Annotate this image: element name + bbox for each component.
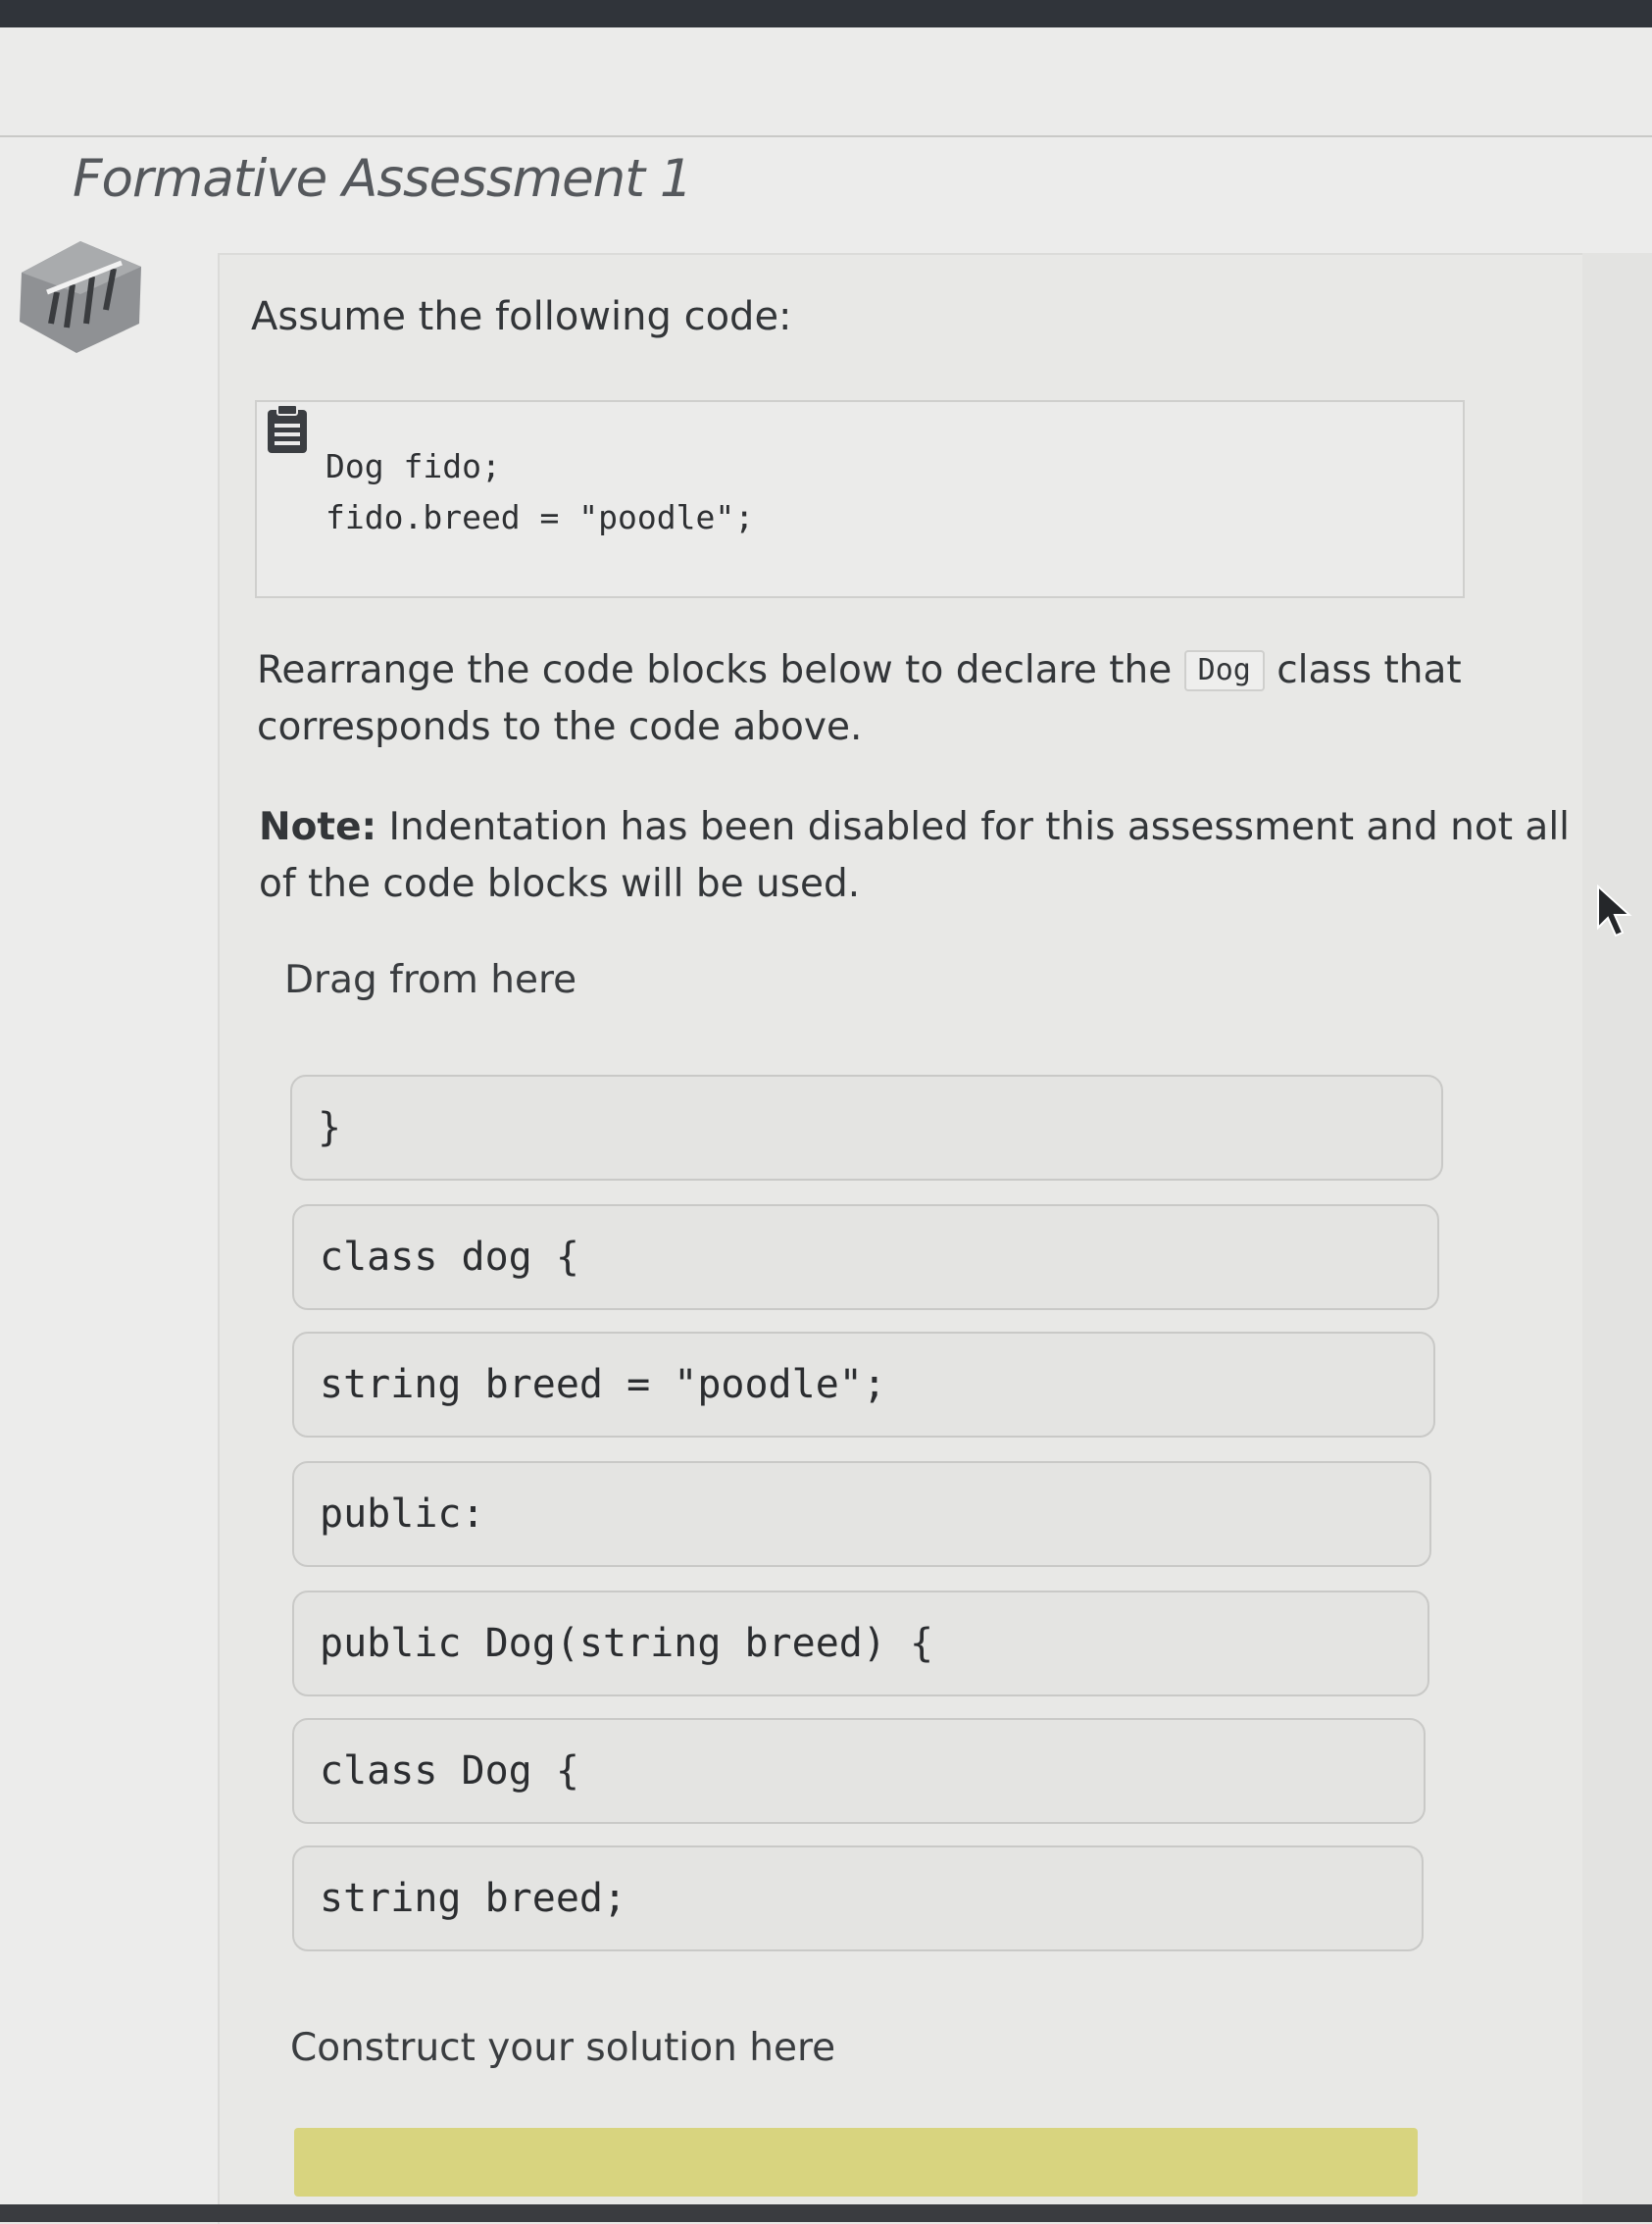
note-line-1: Note: Indentation has been disabled for … bbox=[259, 799, 1570, 856]
mouse-pointer-icon bbox=[1597, 885, 1632, 937]
inline-code-dog: Dog bbox=[1183, 650, 1265, 691]
code-block-public[interactable]: public: bbox=[292, 1461, 1431, 1567]
note-text: Indentation has been disabled for this a… bbox=[388, 805, 1570, 849]
code-block-class-dog[interactable]: class Dog { bbox=[292, 1718, 1426, 1824]
drag-area-label: Drag from here bbox=[284, 958, 577, 1002]
code-line-1: Dog fido; bbox=[325, 447, 501, 485]
header-band bbox=[0, 27, 1652, 137]
code-block-class-dog-lowercase[interactable]: class dog { bbox=[292, 1204, 1439, 1310]
instruction-text-1: Rearrange the code blocks below to decla… bbox=[257, 648, 1173, 692]
right-margin bbox=[1582, 253, 1652, 2222]
code-block-string-breed[interactable]: string breed; bbox=[292, 1845, 1424, 1951]
instruction-line-2: corresponds to the code above. bbox=[257, 705, 863, 749]
page-title: Formative Assessment 1 bbox=[73, 149, 693, 209]
note-label: Note: bbox=[259, 805, 377, 849]
code-block-string-breed-poodle[interactable]: string breed = "poodle"; bbox=[292, 1332, 1435, 1438]
browser-top-bar bbox=[0, 0, 1652, 27]
solution-area-label: Construct your solution here bbox=[290, 2026, 836, 2070]
bottom-bar bbox=[0, 2204, 1652, 2222]
instruction-line-1: Rearrange the code blocks below to decla… bbox=[257, 642, 1462, 699]
instruction-text-2: class that bbox=[1277, 648, 1462, 692]
question-prompt: Assume the following code: bbox=[251, 294, 792, 339]
note-line-2: of the code blocks will be used. bbox=[259, 862, 861, 906]
code-block-public-dog-constructor[interactable]: public Dog(string breed) { bbox=[292, 1591, 1429, 1696]
clipboard-icon[interactable] bbox=[263, 402, 312, 455]
assessment-badge-icon bbox=[20, 241, 141, 353]
code-block-closing-brace[interactable]: } bbox=[290, 1075, 1443, 1181]
code-line-2: fido.breed = "poodle"; bbox=[325, 498, 755, 536]
solution-drop-zone[interactable] bbox=[294, 2128, 1418, 2197]
